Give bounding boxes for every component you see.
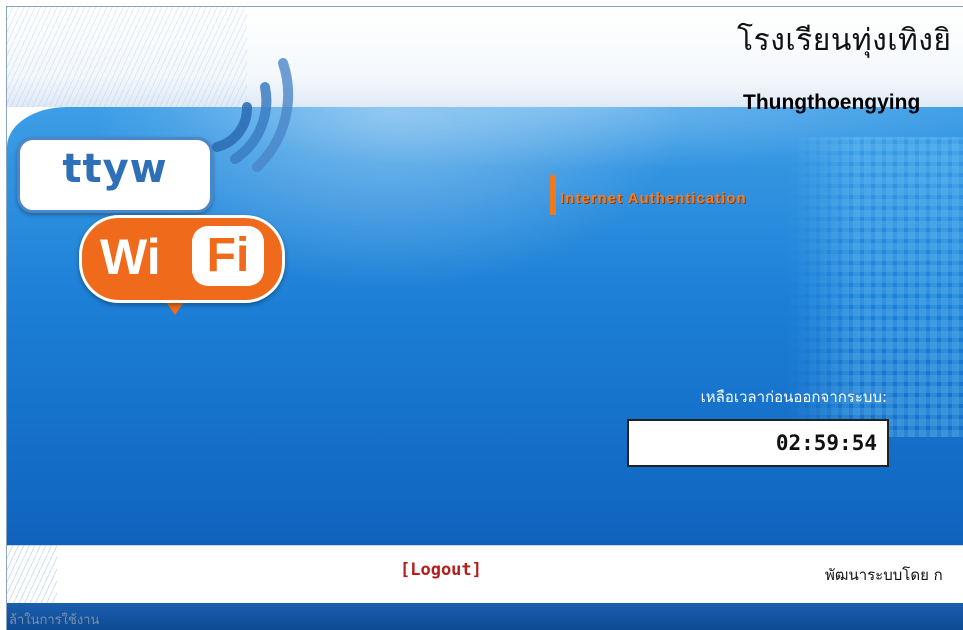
developed-by-text: พัฒนาระบบโดย ก — [825, 566, 943, 584]
school-name-thai: โรงเรียนทุ่งเทิงยิ — [737, 23, 952, 58]
time-left-value: 02:59:54 — [775, 431, 877, 455]
auth-title-accent-bar — [550, 175, 556, 215]
footer-hatch-decoration — [7, 545, 57, 603]
ttyw-logo-text: ttyw — [62, 146, 168, 192]
time-left-label: เหลือเวลาก่อนออกจากระบบ: — [700, 388, 887, 406]
wifi-logo-fi: Fi — [206, 229, 250, 282]
auth-title: Internet Authentication — [560, 190, 747, 207]
footer-bar — [7, 545, 963, 604]
wifi-logo-fi-box: Fi — [192, 226, 264, 286]
ttyw-logo: ttyw — [17, 137, 213, 213]
school-name-english: Thungthoengying — [743, 91, 921, 114]
wifi-logo-wi: Wi — [100, 229, 161, 285]
time-left-field: 02:59:54 — [627, 419, 889, 467]
bottom-status-text: ล้าในการใช้งาน — [9, 613, 100, 628]
bottom-strip — [7, 603, 963, 630]
login-status-page: โรงเรียนทุ่งเทิงยิ Thungthoengying ttyw … — [6, 6, 963, 630]
wifi-logo: Wi Fi — [79, 215, 285, 303]
logout-link[interactable]: [Logout] — [400, 560, 482, 580]
